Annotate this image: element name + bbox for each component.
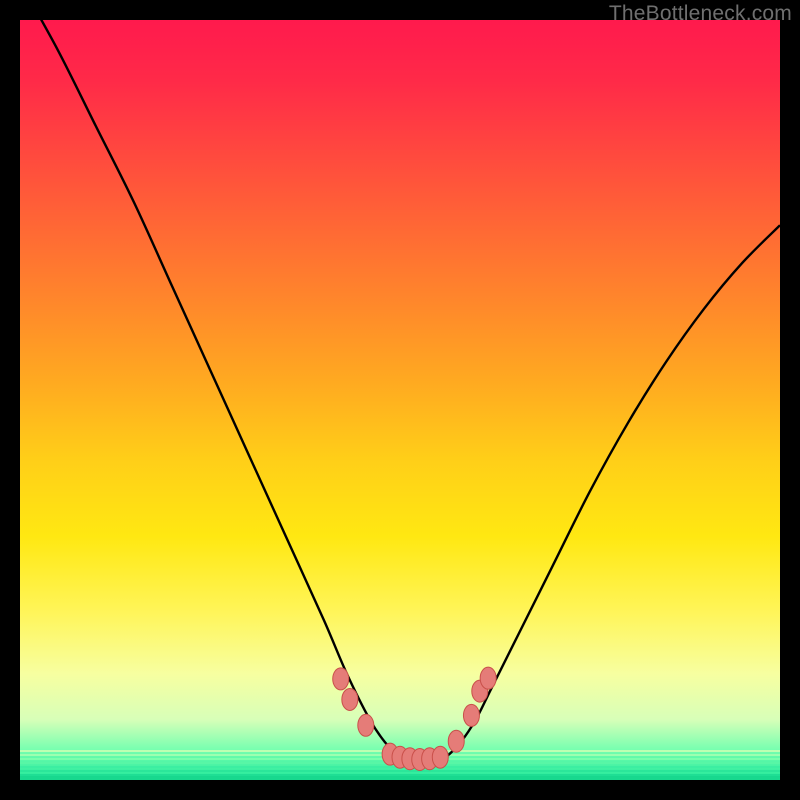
curve-marker <box>392 746 408 768</box>
curve-markers <box>333 667 496 770</box>
gradient-stripes <box>20 750 780 780</box>
plot-area <box>20 20 780 780</box>
watermark-text: TheBottleneck.com <box>609 2 792 26</box>
curve-marker <box>432 746 448 768</box>
curve-marker <box>358 714 374 736</box>
curve-marker <box>333 668 349 690</box>
curve-marker <box>422 748 438 770</box>
curve-marker <box>448 730 464 752</box>
bottleneck-curve <box>20 20 780 766</box>
chart-frame: TheBottleneck.com <box>0 0 800 800</box>
curve-marker <box>480 667 496 689</box>
curve-marker <box>472 680 488 702</box>
bottleneck-curve-svg <box>20 20 780 780</box>
curve-marker <box>412 748 428 770</box>
curve-marker <box>402 748 418 770</box>
curve-marker <box>342 688 358 710</box>
curve-marker <box>463 704 479 726</box>
curve-marker <box>382 743 398 765</box>
